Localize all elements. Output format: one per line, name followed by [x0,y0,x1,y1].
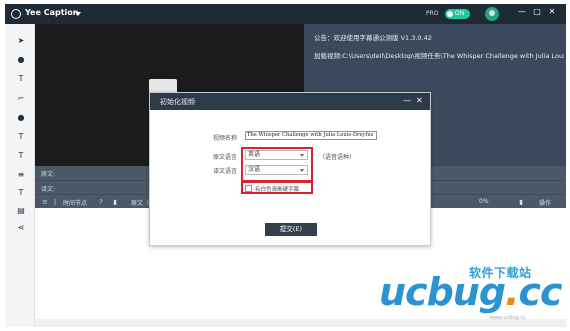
app-logo-icon [11,9,21,19]
source-header: 原文（ [131,200,150,207]
init-video-dialog: 初始化视频 — ✕ 视频名称 The Whisper Challenge wit… [149,92,431,246]
text-box-icon[interactable]: T [16,188,26,198]
maximize-button[interactable]: □ [532,7,542,16]
text-t-icon[interactable]: T [16,74,26,84]
pro-toggle[interactable]: ON [445,9,470,19]
target-lang-value: 汉语 [248,166,261,173]
source-lang-label: 原文语言 [213,154,238,161]
chevron-down-icon [300,154,304,157]
target-lang-label: 译文语言 [213,168,238,175]
target-lang-select[interactable]: 汉语 [245,165,308,175]
source-lang-hint: （语音语种） [319,154,356,161]
actions-header: 操作 [539,200,552,207]
toggle-label: ON [455,10,465,17]
timeline-footer [35,319,566,327]
notice-announcement: 公告：欢迎使用字幕通公测版 V1.3.0.42 [314,34,432,42]
split-icon[interactable]: ≡ [16,170,26,180]
source-lang-value: 英语 [248,151,261,158]
target-row-label: 译文: [41,186,56,193]
dialog-title: 初始化视频 [160,98,195,106]
list-icon[interactable]: ≡ [41,198,49,206]
trash-icon[interactable]: ▮ [111,198,119,206]
text-t-icon[interactable]: T [16,151,26,161]
submit-button[interactable]: 提交(E) [265,223,317,236]
filename-label: 视频名称 [213,135,238,142]
mic-icon[interactable]: ● [16,55,26,65]
notice-load-path: 加载视频:C:\Users\dell\Desktop\视频任务\The Whis… [314,52,564,60]
dialog-header: 初始化视频 — ✕ [150,93,430,110]
app-window: Yee Caption PRO ON — □ ✕ ➤ ● T ⌐ ● T T ≡… [5,4,566,327]
crop-icon[interactable]: ⌐ [16,94,26,104]
toggle-knob [447,11,453,17]
source-lang-select[interactable]: 英语 [245,150,308,160]
minimize-button[interactable]: — [517,7,527,16]
app-menu-caret-icon[interactable] [75,12,81,16]
sidebar: ➤ ● T ⌐ ● T T ≡ T ▤ ⋖ [5,24,35,327]
dialog-close-button[interactable]: ✕ [416,96,423,105]
progress-percent: 0% [479,198,489,205]
watermark-logo-tld: cc [518,270,562,314]
avatar[interactable] [485,7,499,21]
watermark-url: www.ucbug.cc [490,315,526,321]
time-node-header: 时间节点 [63,200,88,207]
watermark-logo-dot: . [505,270,519,314]
text-box-icon[interactable]: T [16,132,26,142]
close-button[interactable]: ✕ [547,7,557,16]
app-title: Yee Caption [25,8,79,17]
filename-field[interactable]: The Whisper Challenge with Julia Louis-D… [245,131,377,140]
source-row-label: 原文: [41,171,56,178]
title-bar: Yee Caption PRO ON — □ ✕ [5,4,566,24]
pro-label: PRO [426,10,439,17]
watermark-logo: ucbug.cc [379,270,563,314]
clear-subtitle-label: 有白色清晰硬字幕 [255,187,300,193]
column-icon: | [53,198,57,206]
share-icon[interactable]: ⋖ [16,223,26,233]
cursor-icon[interactable]: ➤ [16,36,26,46]
chevron-down-icon [300,169,304,172]
mic-icon[interactable]: ● [16,113,26,123]
dialog-minimize-button[interactable]: — [403,96,411,105]
film-icon[interactable]: ▤ [16,206,26,216]
watermark-logo-main: ucbug [379,270,506,314]
clear-subtitle-checkbox[interactable] [245,185,252,192]
trash-icon[interactable]: ▮ [517,198,525,206]
help-icon[interactable]: ? [97,198,105,206]
